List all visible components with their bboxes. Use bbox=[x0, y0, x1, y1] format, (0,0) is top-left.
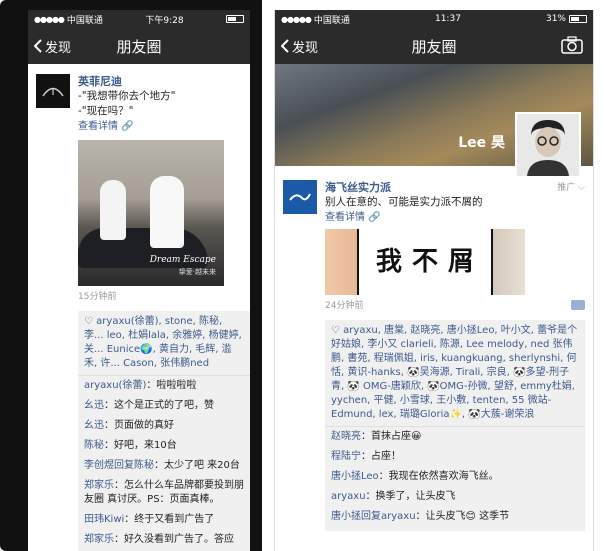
view-details-link[interactable]: 查看详情 🔗 bbox=[78, 119, 242, 134]
signal-icon: ●●●●● bbox=[34, 14, 65, 24]
view-details-link[interactable]: 查看详情 🔗 bbox=[325, 210, 585, 225]
post-line-1: -"我想带你去个地方" bbox=[78, 90, 176, 102]
comment-item[interactable]: 田玮Kiwi：终于又看到广告了 bbox=[84, 510, 244, 530]
status-bar: ●●●●● 中国联通 11:37 31% bbox=[275, 10, 593, 28]
comment-item[interactable]: 幺迅：页面做的真好 bbox=[84, 416, 244, 436]
back-button[interactable]: 发现 bbox=[275, 37, 318, 56]
chevron-left-icon bbox=[281, 39, 289, 53]
comment-item[interactable]: 赵晓亮：首抹占座😀 bbox=[331, 427, 579, 447]
comment-item[interactable]: 幺迅：这个是正式的了吧，赞 bbox=[84, 396, 244, 416]
likes-names[interactable]: aryaxu, 唐棠, 赵晓亮, 唐小拯Leo, 叶小文, 蕾爷是个好姑娘, 李… bbox=[331, 325, 577, 420]
comments-list: aryaxu(徐蕾)：啦啦啦啦 幺迅：这个是正式的了吧，赞 幺迅：页面做的真好 … bbox=[78, 375, 250, 551]
comment-item[interactable]: 郑家乐：怎么什么车品牌都要投到朋友圈 真讨厌。PS：页面真棒。 bbox=[84, 476, 244, 510]
cover-photo[interactable]: Lee 昊 bbox=[275, 64, 593, 178]
post-time: 24分钟前 bbox=[325, 301, 364, 311]
left-screen: ●●●●● 中国联通 下午9:28 发现 朋友圈 英菲尼迪 -"我想带你去个地方… bbox=[28, 10, 250, 551]
woman-figure bbox=[100, 180, 126, 240]
link-icon: 🔗 bbox=[368, 212, 381, 223]
moment-post: 英菲尼迪 -"我想带你去个地方" -"现在吗？" 查看详情 🔗 Dream Es… bbox=[28, 64, 250, 305]
nav-bar: 发现 朋友圈 bbox=[28, 28, 250, 64]
comments-list: 赵晓亮：首抹占座😀 程陆宁：占座！ 唐小拯Leo：我现在依然喜欢海飞丝。 ary… bbox=[325, 426, 585, 531]
comment-item[interactable]: 李创煜回复陈秘：太少了吧 来20台 bbox=[84, 456, 244, 476]
head-and-shoulders-logo-icon bbox=[289, 193, 311, 201]
ad-image[interactable]: Dream Escape 挚爱·越未来 bbox=[78, 140, 224, 286]
nav-bar: 发现 朋友圈 bbox=[275, 28, 593, 64]
profile-name: Lee 昊 bbox=[458, 135, 505, 151]
comment-action-button[interactable] bbox=[571, 300, 585, 310]
image-subcaption: 挚爱·越未来 bbox=[178, 268, 216, 276]
right-phone-frame: ●●●●● 中国联通 11:37 31% 发现 朋友圈 Lee 昊 海飞丝实力派… bbox=[262, 0, 604, 551]
signal-icon: ●●●●● bbox=[281, 14, 312, 24]
comment-item[interactable]: 陈秘：好吧，来10台 bbox=[84, 436, 244, 456]
comic-banner[interactable]: 我 不 屑 bbox=[325, 229, 525, 295]
comic-char-3: 屑 bbox=[448, 246, 475, 277]
carrier-label: 中国联通 bbox=[313, 15, 350, 26]
status-bar: ●●●●● 中国联通 下午9:28 bbox=[28, 10, 250, 28]
comment-item[interactable]: 唐小拯回复aryaxu：让头皮飞😊 这季节 bbox=[331, 507, 579, 527]
link-icon: 🔗 bbox=[121, 121, 134, 132]
post-time: 15分钟前 bbox=[78, 292, 117, 302]
back-button[interactable]: 发现 bbox=[28, 37, 71, 56]
clock: 11:37 bbox=[434, 14, 461, 24]
comment-item[interactable]: aryaxu：换季了，让头皮飞 bbox=[331, 487, 579, 507]
brand-logo-avatar[interactable] bbox=[283, 180, 317, 214]
comment-item[interactable]: 程陆宁：占座！ bbox=[331, 447, 579, 467]
comment-item[interactable]: aryaxu(徐蕾)：啦啦啦啦 bbox=[84, 376, 244, 396]
comic-char-1: 我 bbox=[375, 246, 402, 277]
chevron-left-icon bbox=[34, 39, 42, 53]
heart-icon: ♡ bbox=[331, 325, 340, 336]
page-title: 朋友圈 bbox=[411, 37, 457, 56]
moment-post: 海飞丝实力派 别人在意的、可能是实力派不屑的 查看详情 🔗 我 不 屑 24分钟… bbox=[275, 166, 593, 314]
post-text: 别人在意的、可能是实力派不屑的 bbox=[325, 196, 483, 208]
post-author[interactable]: 海飞丝实力派 bbox=[325, 180, 585, 195]
comment-item[interactable]: 郑家乐：好久没看到广告了。答应 bbox=[84, 530, 244, 550]
likes-names[interactable]: aryaxu(徐蕾), stone, 陈秘, 李... leo, 杜娟lala,… bbox=[84, 316, 242, 369]
infiniti-logo-icon bbox=[42, 87, 64, 97]
back-label: 发现 bbox=[292, 40, 319, 56]
comic-face-right bbox=[491, 229, 525, 295]
carrier-label: 中国联通 bbox=[66, 15, 103, 26]
likes-list: ♡ aryaxu, 唐棠, 赵晓亮, 唐小拯Leo, 叶小文, 蕾爷是个好姑娘,… bbox=[325, 320, 585, 426]
comment-item[interactable]: 唐小拯Leo：我现在依然喜欢海飞丝。 bbox=[331, 467, 579, 487]
battery-icon bbox=[226, 15, 244, 23]
right-screen: ●●●●● 中国联通 11:37 31% 发现 朋友圈 Lee 昊 海飞丝实力派… bbox=[274, 10, 594, 551]
infiniti-logo-avatar[interactable] bbox=[36, 74, 70, 108]
clock: 下午9:28 bbox=[145, 15, 184, 26]
chevron-down-icon: ⌵ bbox=[578, 183, 585, 193]
post-line-2: -"现在吗？" bbox=[78, 105, 134, 117]
back-label: 发现 bbox=[45, 40, 72, 56]
promo-tag[interactable]: 推广 ⌵ bbox=[557, 180, 585, 193]
battery-percent: 31% bbox=[545, 14, 566, 24]
post-author[interactable]: 英菲尼迪 bbox=[78, 74, 242, 89]
camera-icon[interactable] bbox=[561, 36, 583, 54]
heart-icon: ♡ bbox=[84, 316, 93, 327]
comic-face-left bbox=[325, 229, 359, 295]
battery-icon bbox=[569, 15, 587, 23]
left-phone-frame: ●●●●● 中国联通 下午9:28 发现 朋友圈 英菲尼迪 -"我想带你去个地方… bbox=[0, 0, 262, 551]
likes-list: ♡ aryaxu(徐蕾), stone, 陈秘, 李... leo, 杜娟lal… bbox=[78, 311, 250, 375]
comic-char-2: 不 bbox=[411, 246, 438, 277]
man-figure bbox=[150, 176, 184, 248]
